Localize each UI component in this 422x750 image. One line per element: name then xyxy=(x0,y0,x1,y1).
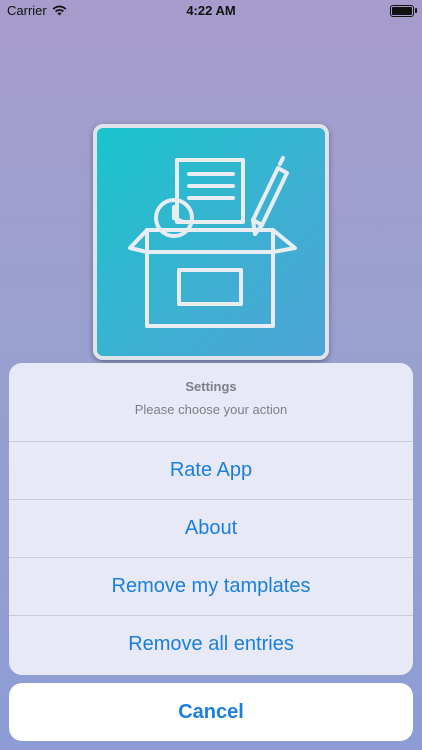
about-button[interactable]: About xyxy=(9,499,413,557)
action-sheet-title: Settings xyxy=(185,379,237,394)
cancel-button[interactable]: Cancel xyxy=(9,683,413,741)
status-time: 4:22 AM xyxy=(186,3,236,18)
app-logo xyxy=(93,124,329,360)
status-bar: Carrier 4:22 AM xyxy=(0,0,422,22)
document-box-icon xyxy=(128,156,297,328)
action-sheet-message: Please choose your action xyxy=(134,402,288,417)
battery-icon xyxy=(390,5,417,17)
rate-app-button[interactable]: Rate App xyxy=(9,441,413,499)
remove-all-entries-button[interactable]: Remove all entries xyxy=(9,615,413,673)
action-sheet: Settings Please choose your action Rate … xyxy=(9,363,413,675)
action-sheet-header: Settings Please choose your action xyxy=(9,363,413,441)
remove-my-templates-button[interactable]: Remove my tamplates xyxy=(9,557,413,615)
